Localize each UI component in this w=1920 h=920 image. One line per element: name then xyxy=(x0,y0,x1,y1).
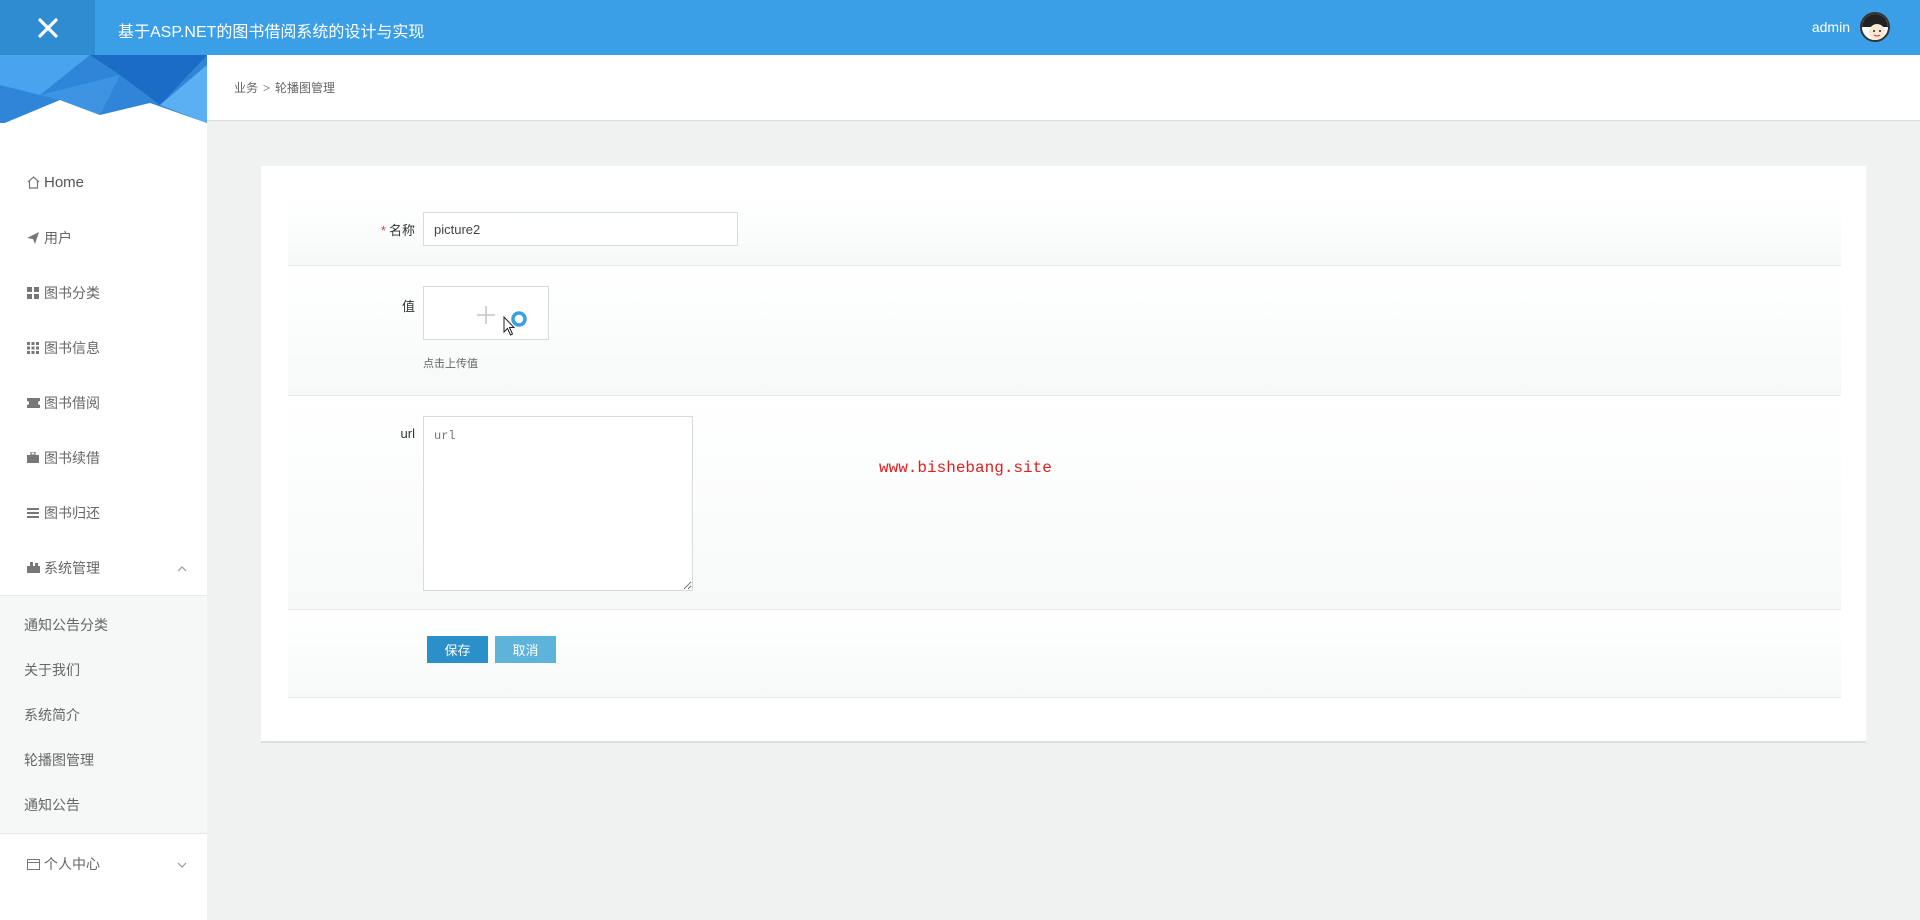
avatar[interactable] xyxy=(1860,12,1890,42)
system-submenu: 通知公告分类 关于我们 系统简介 轮播图管理 通知公告 xyxy=(0,595,207,834)
user-menu[interactable]: admin xyxy=(1812,12,1890,42)
sidebar-item-label: 图书续借 xyxy=(44,449,100,466)
sidebar-item-book-renew[interactable]: 图书续借 xyxy=(0,430,207,485)
upload-button[interactable] xyxy=(423,286,549,340)
sidebar-item-label: 个人中心 xyxy=(44,856,100,872)
settings-icon xyxy=(26,561,40,575)
breadcrumb-parent[interactable]: 业务 xyxy=(234,79,258,96)
sidebar-item-label: 用户 xyxy=(44,229,72,246)
name-label: * 名称 xyxy=(380,223,415,238)
sidebar-item-personal-center[interactable]: 个人中心 xyxy=(0,834,207,894)
chevron-down-icon xyxy=(177,857,187,871)
submenu-item-about-us[interactable]: 关于我们 xyxy=(0,647,207,692)
sidebar-item-label: 图书分类 xyxy=(44,284,100,301)
plus-icon xyxy=(477,306,495,324)
chevron-up-icon xyxy=(177,561,187,575)
form-row-actions: 保存 取消 xyxy=(288,610,1841,698)
form-row-url: url xyxy=(288,396,1841,610)
save-button[interactable]: 保存 xyxy=(427,636,488,663)
watermark: www.bishebang.site xyxy=(879,459,1052,477)
submenu-item-notice[interactable]: 通知公告 xyxy=(0,782,207,827)
close-icon xyxy=(37,17,58,38)
username: admin xyxy=(1811,19,1850,35)
form-panel: *名称 值 点击上传值 url 保 xyxy=(261,166,1866,743)
form-row-value: 值 点击上传值 xyxy=(288,266,1841,396)
list-icon xyxy=(26,506,40,520)
sidebar-item-label: Home xyxy=(44,174,85,191)
name-input[interactable] xyxy=(423,212,738,246)
top-bar: 基于ASP.NET的图书借阅系统的设计与实现 admin xyxy=(0,0,1920,55)
sidebar-item-system-management[interactable]: 系统管理 xyxy=(0,540,207,595)
sidebar-item-label: 系统管理 xyxy=(44,559,100,576)
sidebar: Home 用户 图书分类 图书信息 图书借阅 图书续借 图书归还 系统管理 通知… xyxy=(0,55,207,920)
breadcrumb-separator: > xyxy=(263,80,271,95)
url-label: url xyxy=(400,426,415,441)
breadcrumb-current: 轮播图管理 xyxy=(275,81,336,95)
app-title: 基于ASP.NET的图书借阅系统的设计与实现 xyxy=(118,24,425,41)
sidebar-item-home[interactable]: Home xyxy=(0,155,207,210)
sidebar-item-label: 图书借阅 xyxy=(44,394,100,411)
grid-small-icon xyxy=(26,341,40,355)
grid-icon xyxy=(26,286,40,300)
sidebar-item-book-return[interactable]: 图书归还 xyxy=(0,485,207,540)
required-mark: * xyxy=(380,223,386,238)
cancel-button[interactable]: 取消 xyxy=(495,636,556,663)
close-button[interactable] xyxy=(0,0,95,55)
briefcase-icon xyxy=(26,451,40,465)
sidebar-item-book-category[interactable]: 图书分类 xyxy=(0,265,207,320)
sidebar-menu: Home 用户 图书分类 图书信息 图书借阅 图书续借 图书归还 系统管理 通知… xyxy=(0,155,207,894)
sidebar-banner xyxy=(0,55,207,123)
submenu-item-carousel[interactable]: 轮播图管理 xyxy=(0,737,207,782)
url-textarea[interactable] xyxy=(423,416,693,591)
value-label: 值 xyxy=(401,299,415,314)
card-icon xyxy=(26,857,40,871)
form-row-name: * 名称 xyxy=(288,196,1841,266)
sidebar-item-users[interactable]: 用户 xyxy=(0,210,207,265)
submenu-item-system-intro[interactable]: 系统简介 xyxy=(0,692,207,737)
paper-plane-icon xyxy=(26,231,40,245)
loading-ring-icon xyxy=(511,311,527,327)
sidebar-item-label: 图书信息 xyxy=(44,339,100,356)
ticket-icon xyxy=(26,396,40,410)
submenu-item-notice-category[interactable]: 通知公告分类 xyxy=(0,602,207,647)
breadcrumb: 业务 > 轮播图管理 xyxy=(207,55,1920,121)
sidebar-item-label: 图书归还 xyxy=(44,504,100,521)
sidebar-item-book-borrow[interactable]: 图书借阅 xyxy=(0,375,207,430)
sidebar-item-book-info[interactable]: 图书信息 xyxy=(0,320,207,375)
upload-hint: 点击上传值 xyxy=(423,358,478,370)
home-icon xyxy=(26,176,40,190)
